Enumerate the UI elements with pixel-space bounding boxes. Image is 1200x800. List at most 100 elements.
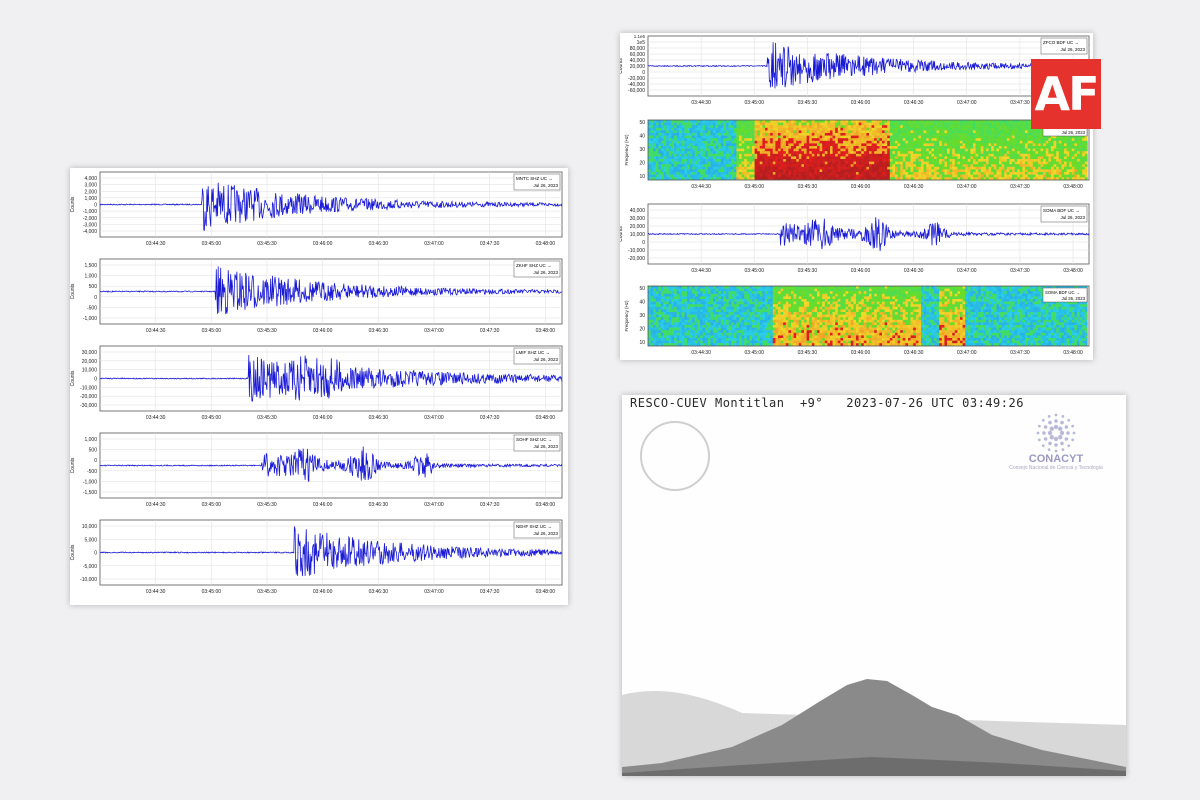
spectro-cell (848, 127, 852, 131)
spectro-cell (897, 161, 901, 165)
spectro-cell (700, 169, 703, 173)
spectro-cell (715, 314, 719, 318)
spectro-cell (731, 161, 735, 165)
spectro-cell (726, 153, 729, 157)
spectro-cell (650, 164, 654, 168)
spectro-cell (1030, 140, 1034, 144)
spectro-cell (739, 153, 742, 157)
spectro-cell (762, 127, 766, 131)
spectro-cell (988, 166, 992, 170)
spectro-cell (1056, 153, 1060, 157)
spectro-cell (843, 127, 846, 131)
spectro-cell (666, 164, 670, 168)
spectro-cell (765, 120, 768, 123)
spectro-cell (775, 127, 779, 131)
spectro-cell (858, 122, 862, 126)
spectro-cell (897, 122, 901, 126)
spectro-cell (853, 161, 857, 165)
spectro-cell (866, 161, 870, 165)
spectro-cell (700, 335, 703, 339)
y-tick-label: -500 (87, 469, 97, 475)
spectro-cell (869, 153, 872, 157)
spectro-cell (736, 312, 740, 315)
spectro-cell (713, 340, 716, 344)
spectro-cell (939, 138, 943, 142)
legend-station: SOMA BDF UC → (1043, 208, 1080, 213)
spectro-cell (853, 138, 857, 142)
spectro-cell (728, 319, 732, 323)
spectro-cell (648, 332, 651, 336)
spectro-cell (936, 164, 940, 168)
spectro-cell (936, 169, 940, 173)
spectro-cell (1064, 169, 1067, 173)
spectro-cell (806, 172, 810, 175)
spectro-cell (895, 122, 898, 126)
spectro-cell (811, 159, 815, 162)
spectro-cell (728, 143, 732, 147)
spectro-cell (928, 140, 932, 144)
x-tick-label: 03:47:30 (1010, 184, 1030, 190)
spectro-cell (832, 146, 836, 149)
seismogram-track-sohf: 1,0005000-500-1,000-1,50003:44:30 03:45:0… (70, 432, 563, 508)
spectro-cell (663, 153, 667, 157)
spectro-cell (874, 159, 878, 162)
spectro-cell (840, 156, 844, 160)
spectro-cell (843, 156, 846, 160)
spectro-cell (744, 161, 748, 165)
spectro-cell (949, 174, 953, 178)
spectro-cell (710, 288, 714, 292)
spectro-cell (731, 138, 735, 142)
spectro-cell (887, 172, 891, 175)
spectro-cell (736, 340, 740, 344)
spectro-cell (900, 138, 904, 142)
spectro-cell (718, 161, 722, 165)
spectro-cell (702, 330, 706, 334)
spectro-cell (835, 133, 839, 136)
spectro-cell (1017, 127, 1021, 131)
spectro-cell (650, 120, 654, 123)
spectro-cell (830, 161, 833, 165)
spectro-cell (765, 159, 768, 162)
spectro-cell (736, 338, 740, 341)
spectro-cell (648, 143, 651, 147)
spectro-cell (853, 143, 857, 147)
y-tick-label: 40,000 (630, 208, 646, 214)
spectro-cell (1004, 148, 1008, 152)
spectro-cell (705, 164, 709, 168)
spectro-cell (879, 159, 883, 162)
spectro-cell (1061, 143, 1065, 147)
spectro-cell (936, 127, 940, 131)
spectro-cell (692, 301, 696, 305)
spectro-cell (791, 120, 794, 123)
spectro-cell (663, 156, 667, 160)
spectro-cell (861, 174, 865, 178)
spectro-cell (702, 327, 706, 331)
spectro-cell (926, 148, 930, 152)
spectro-cell (858, 127, 862, 131)
spectro-cell (845, 120, 849, 123)
spectro-cell (731, 146, 735, 149)
spectro-cell (705, 122, 709, 126)
spectro-cell (707, 161, 711, 165)
spectro-cell (1038, 135, 1041, 139)
spectro-cell (928, 143, 932, 147)
spectro-cell (918, 127, 922, 131)
spectro-cell (687, 174, 690, 178)
spectro-cell (752, 174, 755, 178)
spectro-cell (674, 151, 677, 155)
spectro-cell (892, 127, 896, 131)
spectro-cell (741, 164, 745, 168)
spectro-cell (757, 140, 761, 144)
spectro-cell (668, 335, 672, 339)
spectro-cell (679, 146, 683, 149)
spectro-cell (1077, 166, 1080, 170)
spectro-cell (944, 169, 948, 173)
spectro-cell (648, 138, 651, 142)
spectro-cell (650, 169, 654, 173)
spectro-cell (744, 169, 748, 173)
spectro-cell (671, 148, 675, 152)
spectro-cell (671, 309, 675, 313)
spectro-cell (939, 127, 943, 131)
spectro-cell (910, 120, 914, 123)
spectro-cell (785, 156, 789, 160)
